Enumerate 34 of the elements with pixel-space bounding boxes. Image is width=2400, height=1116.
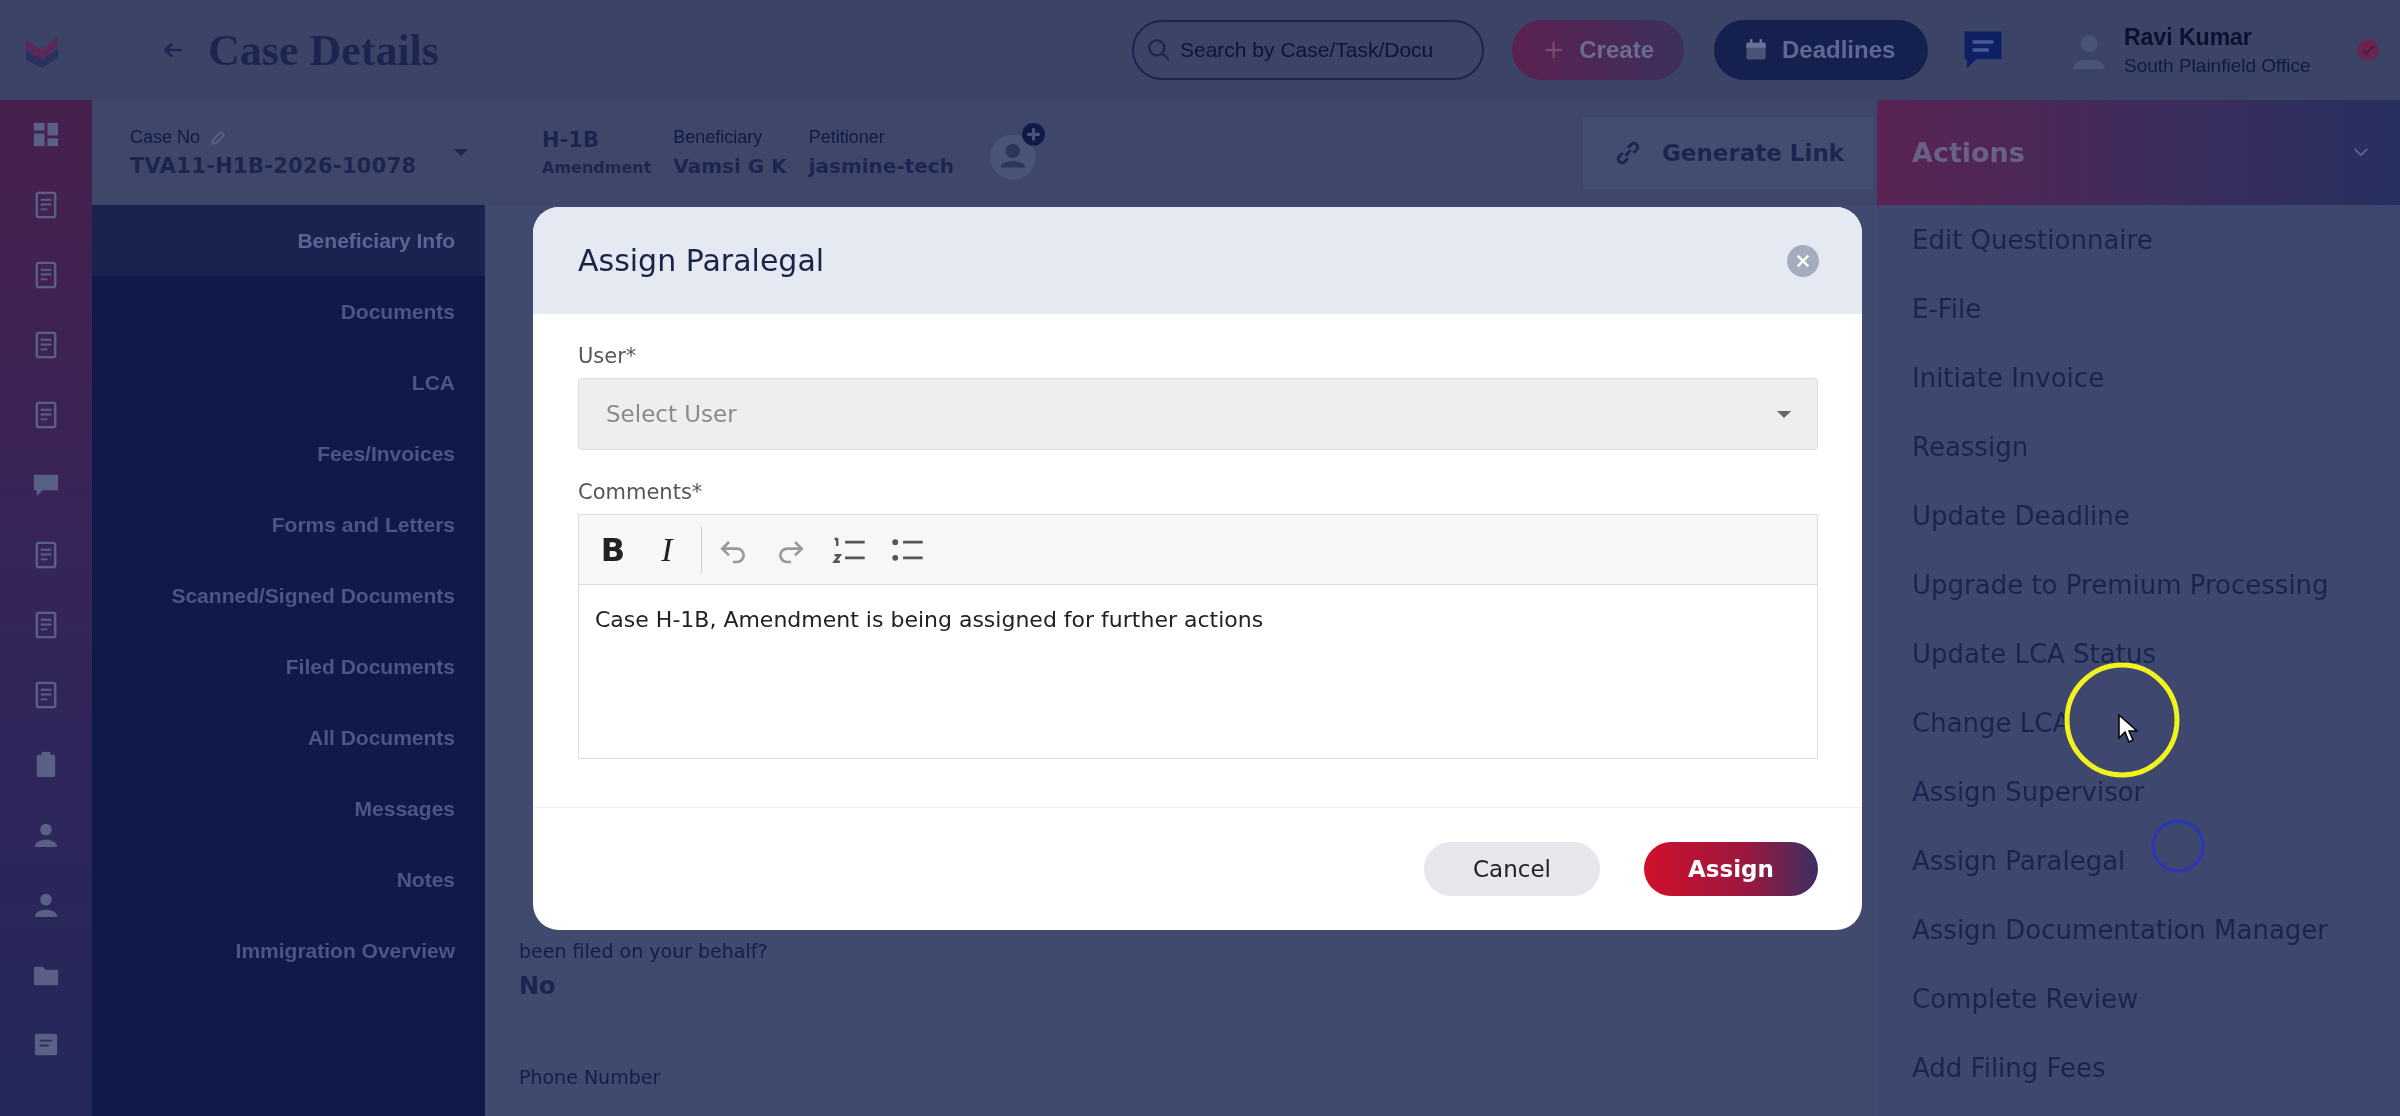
comment-editor[interactable]: B I Case H-1B, Amendment is being assigned for further actions: [578, 514, 1818, 759]
sidebar-item[interactable]: Forms and Letters: [92, 489, 485, 560]
sidebar-item[interactable]: Beneficiary Info: [92, 205, 485, 276]
actions-header[interactable]: Actions: [1877, 100, 2400, 205]
sidebar-item[interactable]: Messages: [92, 773, 485, 844]
dialog-title: Assign Paralegal: [578, 243, 825, 278]
sidebar-item[interactable]: Filed Documents: [92, 631, 485, 702]
italic-button[interactable]: I: [647, 530, 687, 569]
create-button[interactable]: Create: [1512, 20, 1684, 80]
field-label: User*: [578, 344, 638, 368]
sidebar-item[interactable]: Notes: [92, 844, 485, 915]
actions-title: Actions: [1912, 137, 2025, 168]
search-icon: [1146, 37, 1172, 63]
deadlines-button[interactable]: Deadlines: [1714, 20, 1928, 80]
sidebar-item[interactable]: Documents: [92, 276, 485, 347]
user-select[interactable]: Select User: [578, 378, 1818, 450]
sidebar-item[interactable]: All Documents: [92, 702, 485, 773]
dropdown-caret-icon[interactable]: [452, 147, 470, 158]
sidebar-item[interactable]: Immigration Overview: [92, 915, 485, 986]
cursor-icon: [2118, 714, 2138, 744]
sidebar-item[interactable]: Fees/Invoices: [92, 418, 485, 489]
assign-button[interactable]: Assign: [1644, 842, 1818, 896]
bold-button[interactable]: B: [593, 530, 633, 569]
chevron-down-icon: [2352, 147, 2370, 158]
close-icon[interactable]: [1786, 243, 1820, 278]
click-indicator: [2150, 818, 2206, 874]
status-dot-icon: [2356, 38, 2380, 62]
sidebar-item[interactable]: Scanned/Signed Documents: [92, 560, 485, 631]
sidebar-item[interactable]: LCA: [92, 347, 485, 418]
calendar-icon: [1744, 38, 1768, 62]
caret-icon: [1775, 408, 1793, 420]
field-label: Comments*: [578, 480, 704, 504]
cancel-button[interactable]: Cancel: [1424, 842, 1600, 896]
comment-text: Case H-1B, Amendment is being assigned for further actions: [594, 606, 1265, 634]
